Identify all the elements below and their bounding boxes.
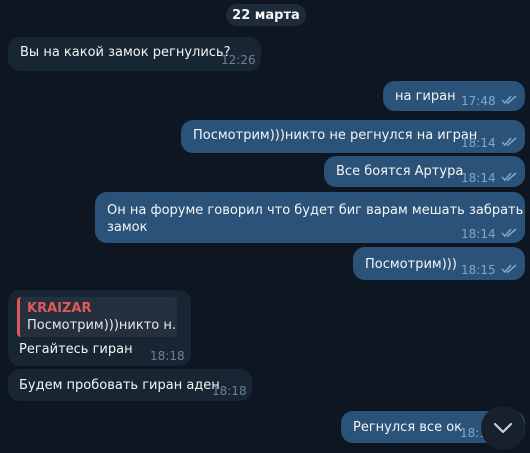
- message-incoming[interactable]: Будем пробовать гиран аден 18:18: [8, 369, 252, 401]
- chevron-down-icon: [493, 422, 513, 434]
- reply-quote[interactable]: KRAIZAR Посмотрим)))никто н...: [17, 297, 177, 337]
- double-check-icon: [501, 95, 517, 105]
- message-outgoing[interactable]: Посмотрим)))никто не регнулся на игран 1…: [181, 120, 525, 153]
- double-check-icon: [501, 264, 517, 274]
- message-outgoing[interactable]: Все боятся Артура 18:14: [324, 156, 525, 187]
- double-check-icon: [501, 228, 517, 238]
- message-time: 18:14: [461, 171, 496, 185]
- scroll-down-button[interactable]: [481, 406, 525, 450]
- message-time: 17:48: [461, 94, 496, 108]
- message-text: Все боятся Артура: [336, 164, 464, 179]
- date-separator: 22 марта: [226, 4, 306, 26]
- message-incoming-reply[interactable]: KRAIZAR Посмотрим)))никто н... Регайтесь…: [8, 290, 191, 366]
- double-check-icon: [501, 172, 517, 182]
- message-time: 18:14: [461, 227, 496, 241]
- message-text-line-1: Он на форуме говорил что будет биг варам…: [107, 203, 524, 218]
- double-check-icon: [501, 137, 517, 147]
- message-text: Регнулся все ок: [353, 420, 463, 435]
- reply-author: KRAIZAR: [27, 301, 92, 316]
- date-label: 22 марта: [232, 7, 300, 23]
- message-text: Посмотрим)))никто не регнулся на игран: [193, 128, 478, 143]
- message-text: Посмотрим))): [365, 257, 457, 272]
- message-outgoing[interactable]: на гиран 17:48: [383, 81, 525, 111]
- message-time: 18:18: [212, 384, 247, 398]
- message-text-line-2: замок: [107, 220, 148, 235]
- message-text: Вы на какой замок регнулись?: [20, 45, 231, 60]
- message-incoming[interactable]: Вы на какой замок регнулись? 12:26: [8, 37, 261, 71]
- reply-preview: Посмотрим)))никто н...: [27, 318, 177, 333]
- message-outgoing[interactable]: Посмотрим))) 18:15: [353, 247, 525, 280]
- message-time: 12:26: [221, 53, 256, 67]
- message-time: 18:15: [461, 263, 496, 277]
- message-outgoing[interactable]: Он на форуме говорил что будет биг варам…: [95, 192, 525, 243]
- message-time: 18:18: [150, 349, 185, 363]
- message-text: на гиран: [395, 89, 456, 104]
- message-text: Будем пробовать гиран аден: [19, 378, 220, 393]
- message-text: Регайтесь гиран: [19, 342, 133, 357]
- message-time: 18:14: [461, 136, 496, 150]
